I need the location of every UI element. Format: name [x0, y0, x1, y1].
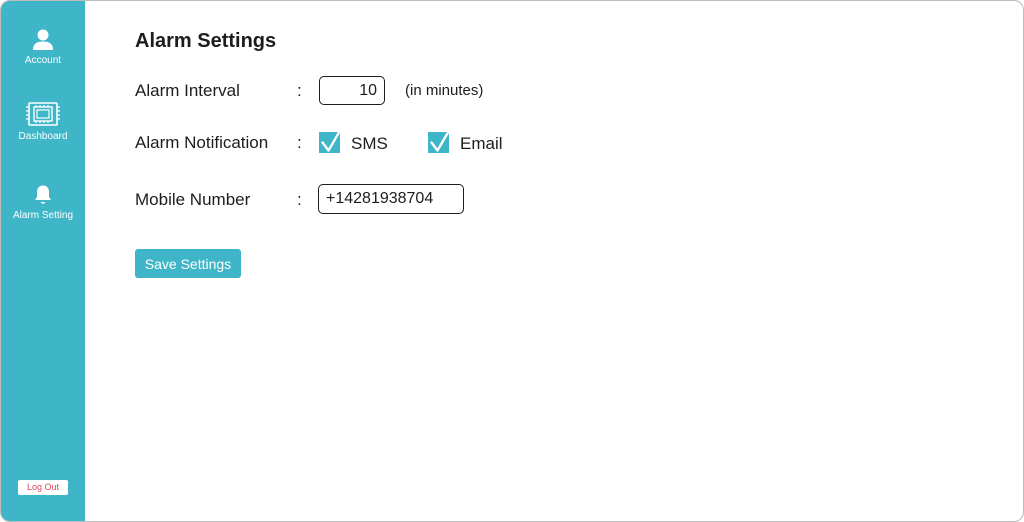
sidebar-item-account[interactable]: Account — [1, 29, 85, 66]
alarm-interval-colon: : — [297, 81, 302, 100]
alarm-interval-label: Alarm Interval — [135, 81, 240, 100]
sidebar-item-dashboard[interactable]: Dashboard — [1, 101, 85, 142]
sms-checkbox-label[interactable]: SMS — [351, 134, 388, 154]
interval-unit-label: (in minutes) — [405, 82, 484, 99]
save-settings-button[interactable]: Save Settings — [135, 249, 241, 278]
alarm-interval-input[interactable] — [319, 76, 385, 105]
sidebar: Account Dashboard Alarm Setting Log Out — [1, 1, 85, 521]
email-checkbox-label[interactable]: Email — [460, 134, 503, 154]
mobile-number-label: Mobile Number — [135, 190, 251, 209]
bell-icon — [34, 184, 52, 206]
email-checkbox[interactable] — [428, 130, 450, 153]
mobile-number-input[interactable] — [318, 184, 464, 214]
sms-checkbox[interactable] — [319, 130, 341, 153]
alarm-notification-label: Alarm Notification — [135, 133, 269, 152]
dashboard-chip-icon — [26, 101, 60, 127]
alarm-notification-colon: : — [297, 133, 302, 152]
user-icon — [32, 29, 54, 51]
mobile-number-colon: : — [297, 190, 302, 209]
sidebar-item-label: Account — [24, 55, 62, 66]
sidebar-item-label: Dashboard — [18, 131, 68, 142]
page-title: Alarm Settings — [135, 30, 277, 52]
sidebar-item-label: Alarm Setting — [12, 210, 74, 221]
app-window: Account Dashboard Alarm Setting Log Out … — [0, 0, 1024, 522]
logout-button[interactable]: Log Out — [18, 480, 68, 495]
sidebar-item-alarm-setting[interactable]: Alarm Setting — [1, 184, 85, 221]
